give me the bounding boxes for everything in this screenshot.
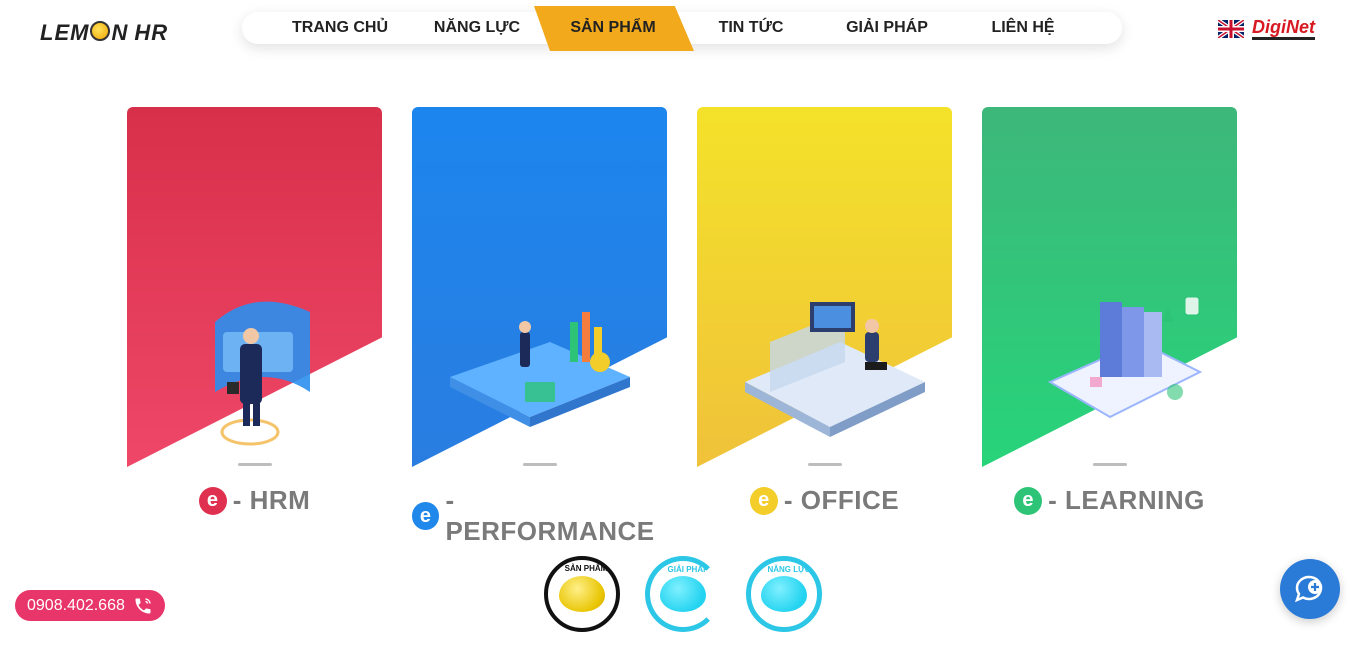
card-divider: [808, 463, 842, 466]
nav-item-lien-he[interactable]: LIÊN HỆ: [958, 12, 1088, 44]
uk-flag-icon[interactable]: [1218, 20, 1244, 38]
card-divider: [1093, 463, 1127, 466]
logo-text-left: LEM: [40, 20, 90, 45]
phone-number: 0908.402.668: [27, 596, 125, 614]
product-card-office[interactable]: e - OFFICE: [697, 107, 952, 515]
card-title-text: - PERFORMANCE: [445, 485, 655, 546]
nav-item-trang-chu[interactable]: TRANG CHỦ: [272, 12, 408, 44]
lemon-o-icon: [90, 21, 111, 41]
e-badge-icon: e: [1014, 486, 1043, 515]
nav-item-giai-phap[interactable]: GIẢI PHÁP: [822, 12, 952, 44]
lemon-tab-label: GIẢI PHÁP: [667, 565, 709, 574]
learning-illustration-icon: [1047, 296, 1202, 419]
card-title[interactable]: e - PERFORMANCE: [412, 485, 667, 547]
lemon-tab-label: NĂNG LỰC: [767, 565, 811, 574]
main-nav: TRANG CHỦ NĂNG LỰC SẢN PHẨM TIN TỨC GIẢI…: [242, 6, 1122, 51]
card-title-text: - OFFICE: [783, 485, 900, 515]
chat-button[interactable]: [1280, 559, 1340, 619]
nav-item-san-pham[interactable]: SẢN PHẨM: [548, 12, 678, 44]
lemon-tab-giai-phap[interactable]: GIẢI PHÁP: [645, 556, 721, 632]
diginet-logo[interactable]: DigiNet: [1252, 18, 1315, 40]
card-title[interactable]: e - LEARNING: [982, 485, 1237, 516]
lemon-tab-label: SẢN PHẨM: [564, 564, 608, 573]
product-card-hrm[interactable]: e - HRM: [127, 107, 382, 515]
office-illustration-icon: [744, 302, 925, 437]
lemon-icon: [559, 576, 605, 612]
card-title-text: - LEARNING: [1048, 485, 1205, 515]
lemon-tab-nang-luc[interactable]: NĂNG LỰC: [746, 556, 822, 632]
lemonhr-logo[interactable]: LEM N HR: [40, 18, 168, 48]
nav-item-nang-luc[interactable]: NĂNG LỰC: [412, 12, 542, 44]
card-divider: [238, 463, 272, 466]
chat-plus-icon: [1294, 575, 1323, 603]
phone-icon: [135, 597, 151, 613]
performance-illustration-icon: [449, 312, 630, 427]
card-divider: [523, 463, 557, 466]
card-title-text: - HRM: [232, 485, 311, 515]
card-title[interactable]: e - HRM: [127, 485, 382, 516]
nav-item-tin-tuc[interactable]: TIN TỨC: [686, 12, 816, 44]
card-title[interactable]: e - OFFICE: [697, 485, 952, 516]
phone-button[interactable]: 0908.402.668: [15, 590, 165, 621]
e-badge-icon: e: [412, 502, 440, 530]
logo-text-mid: N: [111, 20, 129, 45]
product-card-learning[interactable]: e - LEARNING: [982, 107, 1237, 515]
hrm-illustration-icon: [214, 301, 310, 446]
lemon-tab-san-pham[interactable]: SẢN PHẨM: [544, 556, 620, 632]
e-badge-icon: e: [198, 486, 227, 515]
logo-text-right: HR: [134, 20, 169, 45]
product-card-performance[interactable]: e - PERFORMANCE: [412, 107, 667, 546]
lemon-icon: [761, 576, 807, 612]
right-brand: DigiNet: [1218, 18, 1315, 40]
lemon-icon: [660, 576, 706, 612]
e-badge-icon: e: [749, 486, 778, 515]
